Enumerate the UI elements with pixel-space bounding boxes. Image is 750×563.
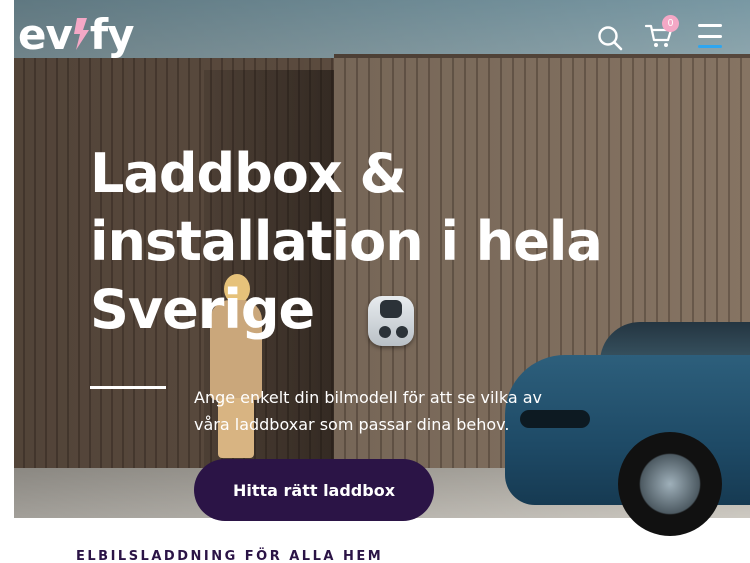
menu-icon[interactable] [697, 24, 723, 48]
menu-bar [698, 34, 722, 38]
logo-text-prefix: ev [18, 10, 73, 59]
hero-divider [90, 386, 166, 389]
logo[interactable]: ev fy [18, 10, 135, 59]
menu-bar [698, 24, 722, 27]
search-icon[interactable] [596, 24, 624, 52]
hero-subtitle: Ange enkelt din bilmodell för att se vil… [194, 388, 543, 434]
section-eyebrow: ELBILSLADDNING FÖR ALLA HEM [76, 549, 384, 563]
cart-count-badge: 0 [662, 15, 679, 32]
find-charger-button[interactable]: Hitta rätt laddbox [194, 459, 434, 521]
hero-title: Laddbox & installation i hela Sverige [90, 142, 603, 341]
car-wheel [618, 432, 722, 536]
logo-text-suffix: fy [89, 10, 135, 59]
menu-bar [698, 45, 722, 48]
logo-bolt-icon [71, 12, 91, 59]
